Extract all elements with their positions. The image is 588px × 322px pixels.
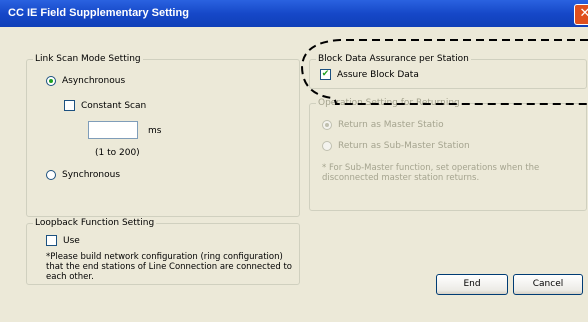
dialog-window: CC IE Field Supplementary Setting ✕ Link… bbox=[0, 0, 588, 322]
highlight-callout bbox=[300, 39, 588, 105]
